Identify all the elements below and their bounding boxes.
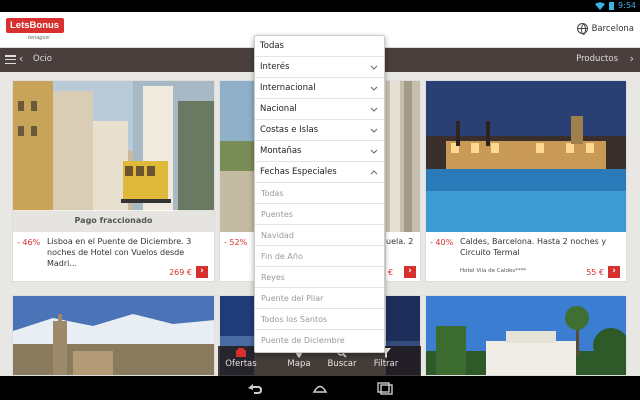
chevron-up-icon <box>370 170 378 175</box>
hamburger-icon[interactable] <box>5 55 16 65</box>
city-selector[interactable]: Barcelona <box>576 23 634 35</box>
deal-price: 269 € <box>169 268 192 277</box>
option-label: Nacional <box>260 104 297 114</box>
deal-image <box>220 81 254 232</box>
deal-image <box>386 81 420 232</box>
breadcrumb[interactable]: Ocio <box>33 54 52 64</box>
payment-overlay: Pago fraccionado <box>13 210 214 232</box>
deal-price: 55 € <box>586 268 604 277</box>
deal-title[interactable]: uela. 2 <box>386 236 418 247</box>
chevron-down-icon <box>370 149 378 154</box>
deal-title[interactable]: Caldes, Barcelona. Hasta 2 noches y Circ… <box>460 236 620 258</box>
logo-subtext: tenagusi <box>28 35 50 41</box>
productos-link[interactable]: Productos <box>576 54 618 64</box>
battery-icon <box>609 2 615 10</box>
option-label: Fechas Especiales <box>260 167 337 177</box>
logo[interactable]: LetsBonus tenagusi <box>6 18 64 44</box>
deal-card[interactable] <box>425 295 627 376</box>
tab-label: Ofertas <box>225 359 257 369</box>
discount-badge: - 40% <box>430 238 454 247</box>
chevron-right-icon[interactable]: › <box>608 266 620 278</box>
filter-option-montanas[interactable]: Montañas <box>255 141 384 162</box>
discount-badge: - 52% <box>224 238 248 247</box>
filter-suboption[interactable]: Navidad <box>255 225 384 246</box>
option-label: Interés <box>260 62 290 72</box>
filter-suboption[interactable]: Todos los Santos <box>255 309 384 330</box>
filter-suboption[interactable]: Puente del Pilar <box>255 288 384 309</box>
deal-card[interactable]: uela. 2 € › <box>385 80 421 282</box>
chevron-left-icon[interactable]: ‹ <box>19 52 23 65</box>
deal-title[interactable]: Lisboa en el Puente de Diciembre. 3 noch… <box>47 236 208 269</box>
wifi-icon <box>595 2 606 10</box>
chevron-down-icon <box>370 86 378 91</box>
chevron-down-icon <box>370 128 378 133</box>
hotel-name: Hotel Vila de Caldes**** <box>460 268 527 274</box>
tab-label: Filtrar <box>373 359 399 369</box>
chevron-right-icon[interactable]: › <box>196 266 208 278</box>
deal-price: € <box>388 268 394 277</box>
filter-option-todas[interactable]: Todas <box>255 36 384 57</box>
status-bar: 9:54 <box>0 0 640 12</box>
option-label: Costas e Islas <box>260 125 319 135</box>
filter-suboption[interactable]: Puente de Diciembre <box>255 330 384 351</box>
status-time: 9:54 <box>618 1 636 10</box>
globe-icon <box>576 23 588 35</box>
city-label: Barcelona <box>591 23 634 34</box>
recents-icon[interactable] <box>376 381 394 395</box>
chevron-right-icon[interactable]: › <box>630 52 634 65</box>
filter-suboption[interactable]: Todas <box>255 183 384 204</box>
filter-option-fechas-especiales[interactable]: Fechas Especiales <box>255 162 384 183</box>
filter-dropdown: Todas Interés Internacional Nacional Cos… <box>254 35 385 353</box>
offers-icon <box>236 348 246 357</box>
system-nav-bar <box>0 376 640 400</box>
filter-option-costas[interactable]: Costas e Islas <box>255 120 384 141</box>
deal-card[interactable] <box>12 295 215 376</box>
deal-image <box>426 81 626 232</box>
filter-option-interes[interactable]: Interés <box>255 57 384 78</box>
chevron-down-icon <box>370 65 378 70</box>
deal-image <box>13 296 214 375</box>
option-label: Montañas <box>260 146 302 156</box>
discount-badge: - 46% <box>17 238 41 247</box>
tab-label: Mapa <box>287 359 311 369</box>
filter-suboption[interactable]: Fin de Año <box>255 246 384 267</box>
deal-card[interactable]: - 40% Caldes, Barcelona. Hasta 2 noches … <box>425 80 627 282</box>
filter-option-internacional[interactable]: Internacional <box>255 78 384 99</box>
filter-suboption[interactable]: Puentes <box>255 204 384 225</box>
back-icon[interactable] <box>246 381 264 395</box>
filter-suboption[interactable]: Reyes <box>255 267 384 288</box>
deal-card[interactable]: - 52% <box>219 80 255 282</box>
home-icon[interactable] <box>311 381 329 395</box>
option-label: Internacional <box>260 83 316 93</box>
chevron-down-icon <box>370 107 378 112</box>
deal-image <box>426 296 626 375</box>
tab-label: Buscar <box>327 359 357 369</box>
deal-card[interactable]: Pago fraccionado - 46% Lisboa en el Puen… <box>12 80 215 282</box>
chevron-right-icon[interactable]: › <box>404 266 416 278</box>
logo-text: LetsBonus <box>6 18 64 33</box>
option-label: Todas <box>260 41 284 51</box>
filter-option-nacional[interactable]: Nacional <box>255 99 384 120</box>
